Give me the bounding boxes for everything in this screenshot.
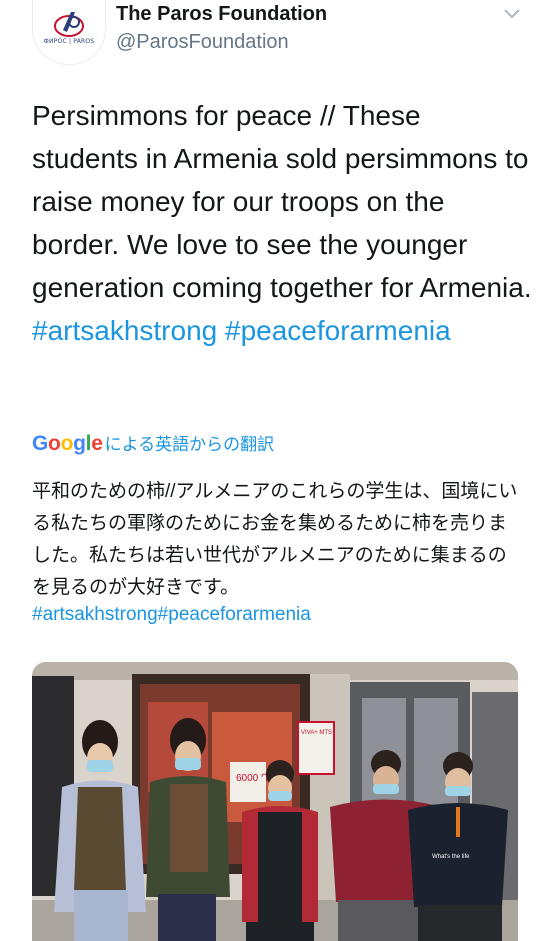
avatar-logo-text: ФИРОС | PAROS — [43, 38, 95, 45]
tweet-text: Persimmons for peace // These students i… — [32, 94, 532, 352]
translation-attribution[interactable]: Google による英語からの翻訳 — [32, 430, 274, 456]
students-photo: 6000 Դ VIVA+ MTS What's the life — [32, 662, 518, 941]
display-name[interactable]: The Paros Foundation — [116, 3, 327, 26]
account-handle[interactable]: @ParosFoundation — [116, 31, 289, 54]
hashtag-link[interactable]: #peaceforarmenia — [225, 315, 451, 346]
translation-label: による英語からの翻訳 — [104, 435, 275, 454]
chevron-down-icon[interactable] — [502, 6, 522, 22]
tweet-photo[interactable]: 6000 Դ VIVA+ MTS What's the life — [32, 662, 518, 941]
translated-text: 平和のための柿//アルメニアのこれらの学生は、国境にいる私たちの軍隊のためにお金… — [32, 481, 518, 598]
tweet-text-body: Persimmons for peace // These students i… — [32, 100, 532, 303]
avatar[interactable]: ФИРОС | PAROS — [32, 0, 106, 65]
tweet-header: ФИРОС | PAROS The Paros Foundation @Paro… — [0, 0, 550, 72]
paros-logo-icon — [54, 12, 84, 37]
shirt-text: What's the life — [432, 854, 470, 860]
hashtag-link[interactable]: #artsakhstrong — [32, 315, 217, 346]
google-logo: Google — [32, 432, 103, 455]
vivacell-sign: VIVA+ MTS — [301, 730, 332, 736]
store-sign: 6000 Դ — [236, 773, 269, 784]
translated-hashtags[interactable]: #artsakhstrong#peaceforarmenia — [32, 604, 311, 626]
